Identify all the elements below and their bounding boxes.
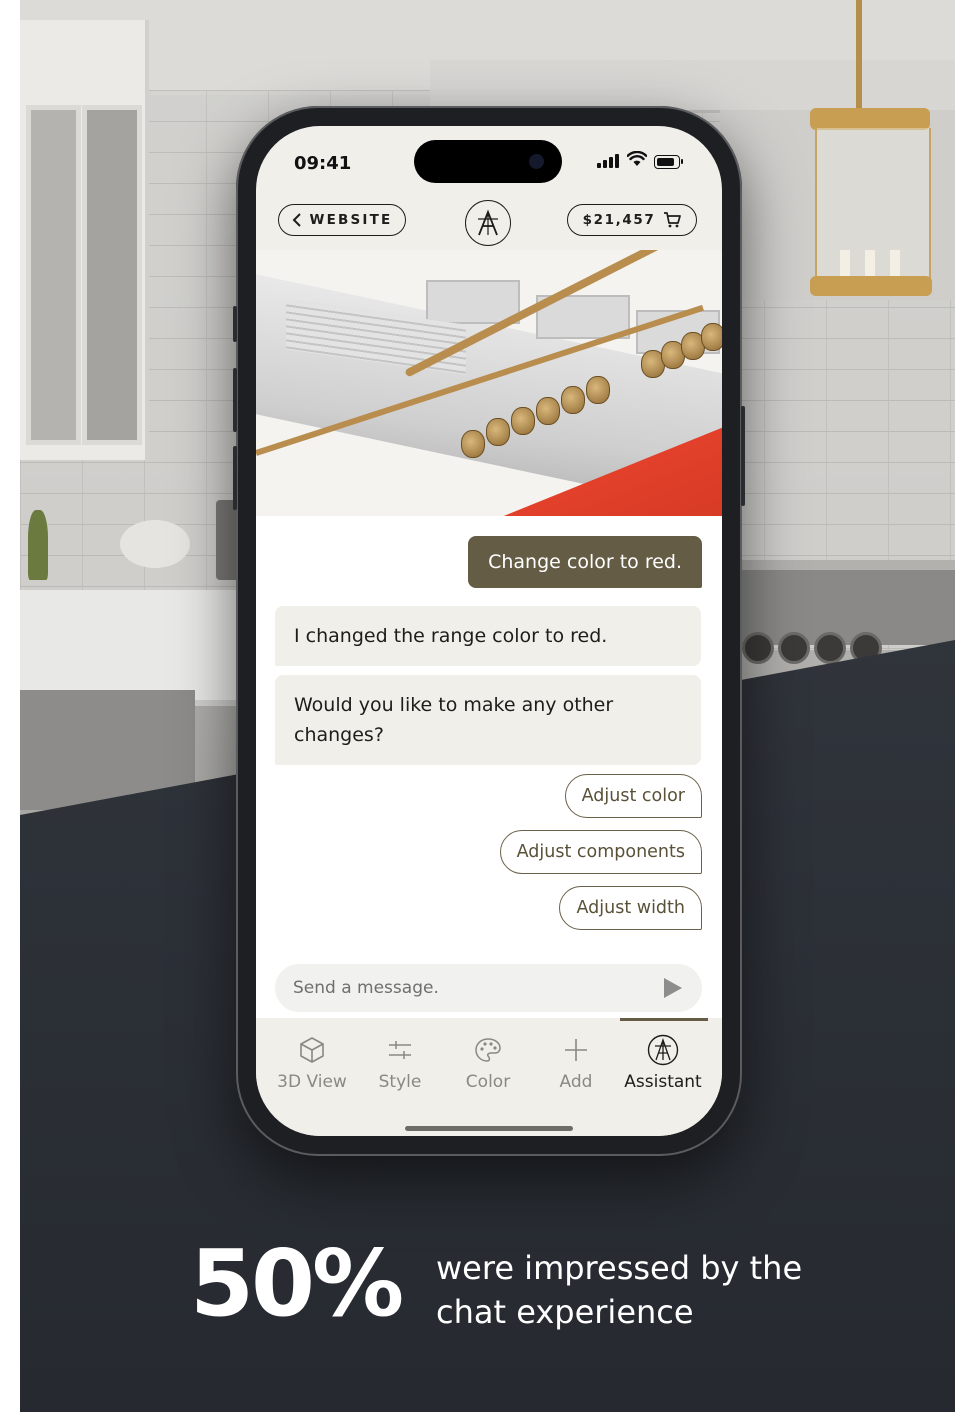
phone-side-button xyxy=(233,306,237,342)
message-composer xyxy=(275,964,702,1012)
message-input[interactable] xyxy=(293,964,643,1012)
battery-icon xyxy=(654,155,680,169)
range-knob xyxy=(778,632,810,664)
assistant-message: I changed the range color to red. xyxy=(275,606,701,666)
website-button[interactable]: WEBSITE xyxy=(278,204,406,236)
phone-screen: 09:41 WEBSITE $21,457 Change color to re… xyxy=(256,126,722,1136)
countertop xyxy=(20,590,245,706)
cart-button[interactable]: $21,457 xyxy=(567,204,697,236)
tab-label: 3D View xyxy=(277,1072,347,1092)
website-button-label: WEBSITE xyxy=(309,212,393,228)
phone-side-button xyxy=(233,446,237,510)
lamp-candle xyxy=(865,250,875,278)
range-3d-render[interactable] xyxy=(256,250,722,516)
brand-logo-icon xyxy=(478,209,498,236)
plant xyxy=(28,510,48,580)
app-header: WEBSITE $21,457 xyxy=(256,200,722,252)
cube-icon xyxy=(300,1037,324,1063)
stat-caption-line: were impressed by the xyxy=(436,1249,803,1287)
pendant-lamp-base xyxy=(810,276,932,296)
chevron-left-icon xyxy=(292,213,301,227)
range-dial xyxy=(536,397,560,425)
tab-label: Assistant xyxy=(624,1072,702,1092)
range-dial xyxy=(486,418,510,446)
phone-mockup: 09:41 WEBSITE $21,457 Change color to re… xyxy=(233,106,745,1156)
range-dial xyxy=(461,430,485,458)
tab-label: Color xyxy=(465,1072,511,1092)
range-dial xyxy=(561,386,585,414)
tab-style[interactable]: Style xyxy=(355,1034,445,1092)
palette-icon xyxy=(475,1038,501,1062)
brand-logo[interactable] xyxy=(465,200,511,246)
assistant-message: Would you like to make any other changes… xyxy=(275,675,701,765)
range-dial xyxy=(701,323,722,351)
phone-side-button xyxy=(233,368,237,432)
home-indicator[interactable] xyxy=(405,1126,573,1131)
status-time: 09:41 xyxy=(294,153,352,174)
range-knob xyxy=(742,632,774,664)
stat-caption: were impressed by the chat experience xyxy=(436,1246,836,1334)
stat-value: 50% xyxy=(190,1230,404,1337)
tab-assistant[interactable]: Assistant xyxy=(618,1034,708,1092)
bottom-tab-bar: 3D View Style Color Add Assistant xyxy=(256,1018,722,1136)
user-message: Change color to red. xyxy=(468,536,702,588)
upper-cabinet xyxy=(20,20,149,460)
active-tab-indicator xyxy=(620,1018,708,1021)
cake-stand xyxy=(120,520,190,568)
chat-thread: Change color to red. I changed the range… xyxy=(256,516,722,956)
lamp-candle xyxy=(890,250,900,278)
tab-3d-view[interactable]: 3D View xyxy=(267,1034,357,1092)
range-dial xyxy=(511,407,535,435)
suggestion-adjust-color[interactable]: Adjust color xyxy=(564,774,702,818)
camera-icon xyxy=(529,154,544,169)
phone-side-button xyxy=(741,406,745,506)
range-dial xyxy=(586,376,610,404)
tab-add[interactable]: Add xyxy=(531,1034,621,1092)
tab-label: Style xyxy=(378,1072,422,1092)
suggestion-adjust-width[interactable]: Adjust width xyxy=(559,886,702,930)
battery-tip xyxy=(681,159,683,164)
stat-caption-line: chat experience xyxy=(436,1293,694,1331)
cabinet-door xyxy=(82,105,142,445)
tab-label: Add xyxy=(559,1072,593,1092)
range-knob xyxy=(814,632,846,664)
dynamic-island xyxy=(414,140,562,183)
send-icon[interactable] xyxy=(664,978,682,998)
cart-icon xyxy=(664,212,682,228)
assistant-logo-icon xyxy=(647,1034,679,1066)
suggestion-adjust-components[interactable]: Adjust components xyxy=(499,830,702,874)
wifi-icon xyxy=(627,151,647,166)
plus-icon xyxy=(565,1039,587,1061)
status-bar: 09:41 xyxy=(256,126,722,206)
pendant-lamp-cap xyxy=(810,108,930,130)
cabinet-door xyxy=(26,105,81,445)
lamp-candle xyxy=(840,250,850,278)
cart-total: $21,457 xyxy=(582,212,656,228)
pendant-lamp-rod xyxy=(856,0,862,110)
sliders-icon xyxy=(389,1041,411,1059)
tab-color[interactable]: Color xyxy=(443,1034,533,1092)
